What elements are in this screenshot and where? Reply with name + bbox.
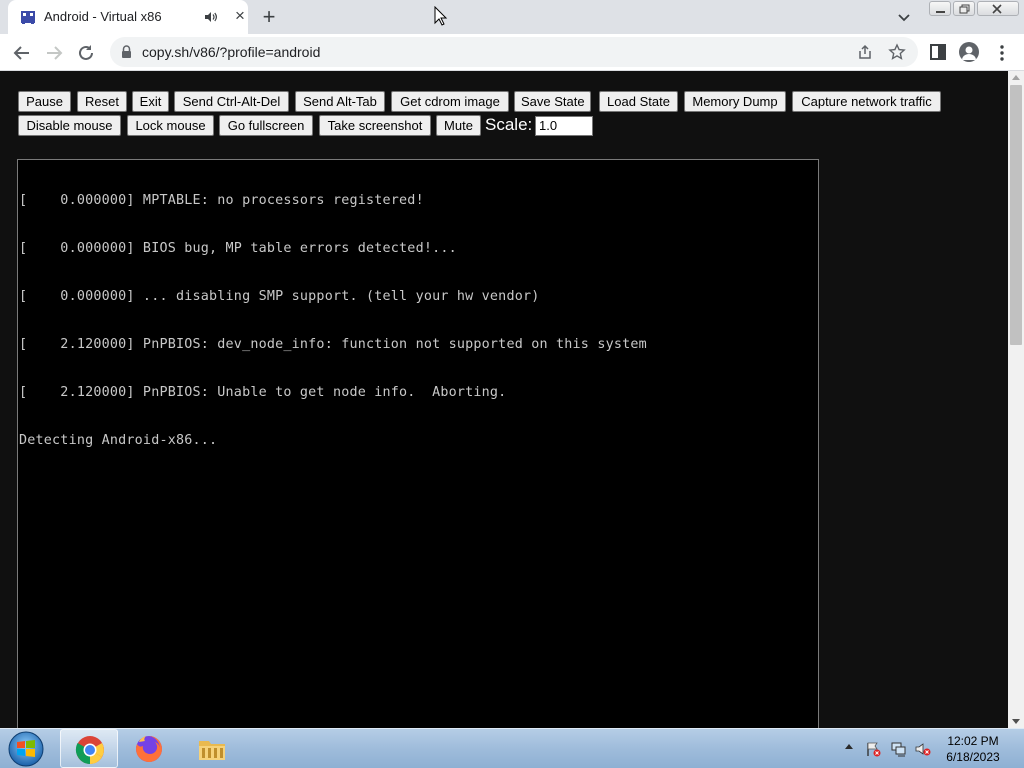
forward-arrow-icon[interactable]	[43, 42, 65, 64]
tab-title: Android - Virtual x86	[44, 9, 162, 24]
scroll-up-arrow-icon[interactable]	[1012, 75, 1020, 80]
volume-muted-icon[interactable]	[915, 741, 931, 757]
minimize-icon	[936, 11, 945, 13]
scale-label: Scale:	[485, 115, 533, 134]
send-alt-tab-button[interactable]: Send Alt-Tab	[295, 91, 385, 112]
scale-input[interactable]: 1.0	[535, 116, 593, 136]
scroll-down-arrow-icon[interactable]	[1012, 719, 1020, 724]
start-button-windows-icon[interactable]	[6, 730, 46, 768]
console-line: [ 0.000000] ... disabling SMP support. (…	[19, 289, 540, 304]
console-line: Detecting Android-x86...	[19, 433, 218, 448]
network-icon[interactable]	[890, 741, 906, 757]
taskbar-explorer-button[interactable]	[183, 729, 241, 768]
v86-favicon-icon	[21, 11, 35, 24]
restore-button[interactable]	[953, 1, 975, 16]
clock-time: 12:02 PM	[947, 734, 999, 748]
lock-mouse-button[interactable]: Lock mouse	[127, 115, 214, 136]
exit-button[interactable]: Exit	[132, 91, 169, 112]
reset-button[interactable]: Reset	[77, 91, 127, 112]
minimize-button[interactable]	[929, 1, 951, 16]
mouse-cursor-icon	[434, 6, 448, 26]
send-ctrl-alt-del-button[interactable]: Send Ctrl-Alt-Del	[174, 91, 289, 112]
menu-kebab-icon[interactable]	[996, 43, 1008, 63]
save-state-button[interactable]: Save State	[514, 91, 591, 112]
load-state-button[interactable]: Load State	[599, 91, 678, 112]
vertical-scrollbar[interactable]	[1008, 71, 1024, 728]
go-fullscreen-button[interactable]: Go fullscreen	[219, 115, 313, 136]
capture-network-traffic-button[interactable]: Capture network traffic	[792, 91, 941, 112]
firefox-icon	[136, 736, 162, 762]
pause-button[interactable]: Pause	[18, 91, 71, 112]
console-line: [ 0.000000] BIOS bug, MP table errors de…	[19, 241, 457, 256]
windows-taskbar: 12:02 PM 6/18/2023	[0, 728, 1024, 768]
taskbar-chrome-button[interactable]	[60, 729, 118, 768]
scrollbar-thumb[interactable]	[1010, 85, 1022, 345]
restore-icon	[959, 4, 970, 14]
memory-dump-button[interactable]: Memory Dump	[684, 91, 786, 112]
audio-playing-icon[interactable]	[204, 10, 218, 24]
chrome-icon	[75, 736, 104, 764]
browser-toolbar: copy.sh/v86/?profile=android	[0, 34, 1024, 71]
console-line: [ 2.120000] PnPBIOS: Unable to get node …	[19, 385, 507, 400]
new-tab-button[interactable]: +	[258, 6, 280, 28]
lock-icon[interactable]	[121, 45, 132, 58]
disable-mouse-button[interactable]: Disable mouse	[18, 115, 121, 136]
close-x-icon	[992, 4, 1002, 14]
reload-icon[interactable]	[75, 42, 97, 64]
console-output: [ 0.000000] MPTABLE: no processors regis…	[19, 161, 647, 481]
action-center-flag-icon[interactable]	[865, 741, 881, 757]
taskbar-firefox-button[interactable]	[120, 729, 178, 768]
profile-avatar-icon[interactable]	[959, 42, 979, 62]
page-content: Pause Reset Exit Send Ctrl-Alt-Del Send …	[0, 71, 1008, 728]
vm-screen[interactable]: [ 0.000000] MPTABLE: no processors regis…	[17, 159, 819, 728]
tab-search-chevron-icon[interactable]	[895, 8, 913, 26]
show-hidden-icons-arrow-icon[interactable]	[845, 744, 853, 749]
take-screenshot-button[interactable]: Take screenshot	[319, 115, 431, 136]
address-bar[interactable]: copy.sh/v86/?profile=android	[110, 37, 918, 67]
console-line: [ 0.000000] MPTABLE: no processors regis…	[19, 193, 424, 208]
side-panel-icon[interactable]	[930, 44, 946, 60]
back-arrow-icon[interactable]	[11, 42, 33, 64]
browser-tab[interactable]: Android - Virtual x86 ×	[8, 0, 248, 34]
get-cdrom-image-button[interactable]: Get cdrom image	[391, 91, 509, 112]
file-explorer-icon	[199, 741, 225, 760]
system-clock[interactable]: 12:02 PM 6/18/2023	[938, 733, 1008, 765]
bookmark-star-icon[interactable]	[888, 43, 906, 61]
window-close-button[interactable]	[977, 1, 1019, 16]
console-line: [ 2.120000] PnPBIOS: dev_node_info: func…	[19, 337, 647, 352]
tab-strip: Android - Virtual x86 × +	[0, 0, 1024, 34]
tab-close-icon[interactable]: ×	[232, 7, 248, 24]
share-icon[interactable]	[857, 44, 873, 60]
mute-button[interactable]: Mute	[436, 115, 481, 136]
url-text[interactable]: copy.sh/v86/?profile=android	[142, 44, 320, 60]
clock-date: 6/18/2023	[946, 750, 1000, 764]
